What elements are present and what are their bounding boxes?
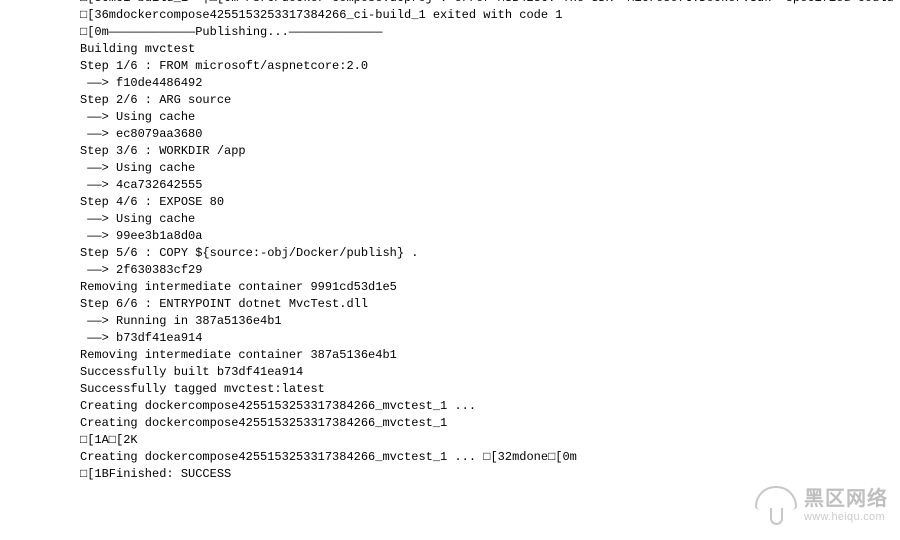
log-line: ——> Using cache [80, 109, 900, 126]
log-line: Step 1/6 : FROM microsoft/aspnetcore:2.0 [80, 58, 900, 75]
log-line: ——> ec8079aa3680 [80, 126, 900, 143]
log-line: ——> 4ca732642555 [80, 177, 900, 194]
log-line: Successfully tagged mvctest:latest [80, 381, 900, 398]
log-line: Step 4/6 : EXPOSE 80 [80, 194, 900, 211]
log-line: □[1A□[2K [80, 432, 900, 449]
log-line: Step 5/6 : COPY ${source:-obj/Docker/pub… [80, 245, 900, 262]
site-watermark: 黑区网络 www.heiqu.com [754, 486, 888, 526]
log-line: □[36mci-build_1 |□[0m /src/docker-compos… [80, 0, 900, 7]
log-line: Creating dockercompose425515325331738426… [80, 415, 900, 432]
log-line: Step 6/6 : ENTRYPOINT dotnet MvcTest.dll [80, 296, 900, 313]
log-line: Step 2/6 : ARG source [80, 92, 900, 109]
log-line: □[1BFinished: SUCCESS [80, 466, 900, 483]
log-line: ——> Using cache [80, 160, 900, 177]
log-line: Creating dockercompose425515325331738426… [80, 449, 900, 466]
log-line: □[36mdockercompose4255153253317384266_ci… [80, 7, 900, 24]
log-line: ——> Using cache [80, 211, 900, 228]
log-line: ——> Running in 387a5136e4b1 [80, 313, 900, 330]
log-line: Step 3/6 : WORKDIR /app [80, 143, 900, 160]
log-line: Successfully built b73df41ea914 [80, 364, 900, 381]
log-line: ——> 99ee3b1a8d0a [80, 228, 900, 245]
log-line: Removing intermediate container 9991cd53… [80, 279, 900, 296]
log-line: Building mvctest [80, 41, 900, 58]
log-line: ——> b73df41ea914 [80, 330, 900, 347]
log-line: Creating dockercompose425515325331738426… [80, 398, 900, 415]
log-line: ——> f10de4486492 [80, 75, 900, 92]
mushroom-icon [754, 486, 798, 526]
watermark-title: 黑区网络 [804, 488, 888, 511]
log-line: □[0m————————————Publishing...———————————… [80, 24, 900, 41]
log-line: Removing intermediate container 387a5136… [80, 347, 900, 364]
log-line: ——> 2f630383cf29 [80, 262, 900, 279]
build-output-terminal: □[36mci-build_1 |□[0m /src/docker-compos… [0, 0, 900, 483]
watermark-url: www.heiqu.com [804, 511, 888, 524]
